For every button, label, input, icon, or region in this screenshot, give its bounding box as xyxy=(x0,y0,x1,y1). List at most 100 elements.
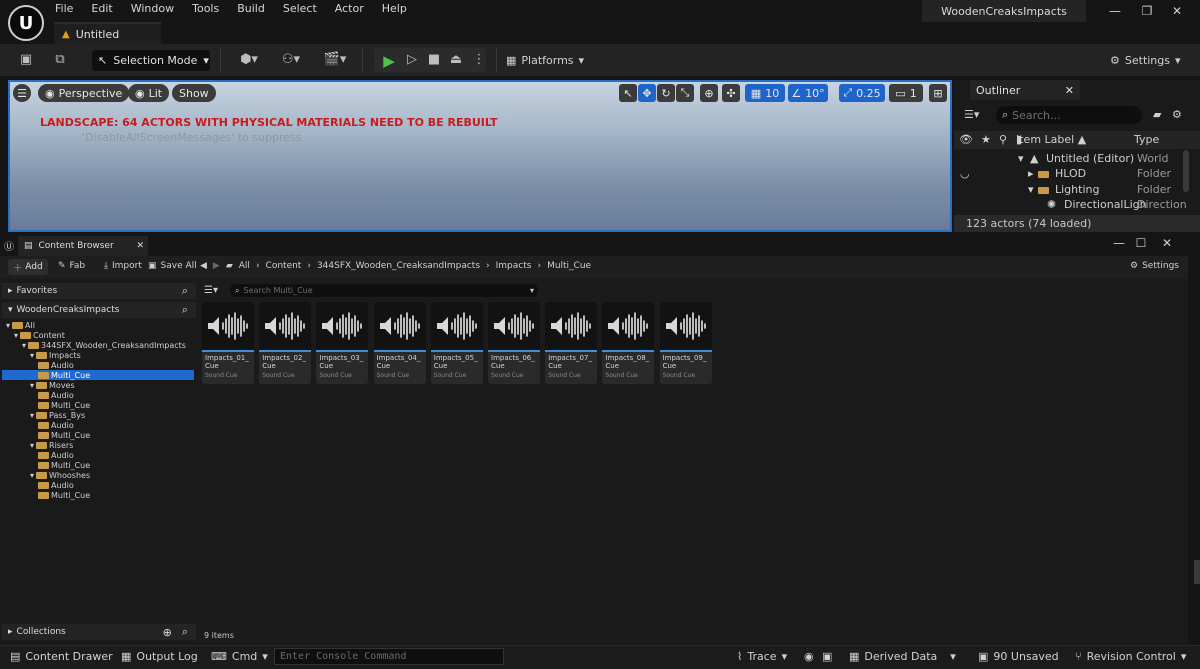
asset-tile[interactable]: Impacts_05_ Cue Sound Cue xyxy=(430,302,483,384)
breadcrumb-item[interactable]: Multi_Cue xyxy=(547,261,591,271)
level-viewport[interactable] xyxy=(8,80,952,232)
content-browser-tab[interactable]: ▤ Content Browser ✕ xyxy=(18,236,148,256)
filter-icon[interactable]: ☰▾ xyxy=(964,108,979,121)
console-input[interactable]: Enter Console Command xyxy=(274,648,504,665)
menu-build[interactable]: Build xyxy=(228,0,274,20)
search-icon[interactable]: ⌕ xyxy=(182,303,188,317)
tree-item[interactable]: ▾ Risers xyxy=(2,440,194,450)
trace-button[interactable]: ⌇ Trace ▾ xyxy=(737,650,787,663)
tree-item[interactable]: Multi_Cue xyxy=(2,490,194,500)
forward-icon[interactable]: ▶ xyxy=(213,261,220,271)
more-options-icon[interactable]: ⋮ xyxy=(470,52,488,68)
breadcrumb-item[interactable]: Impacts xyxy=(496,261,532,271)
tree-item[interactable]: ▾ 344SFX_Wooden_CreaksandImpacts xyxy=(2,340,194,350)
close-icon[interactable]: ✕ xyxy=(136,241,144,251)
show-button[interactable]: Show xyxy=(172,84,216,102)
lit-button[interactable]: ◉ Lit xyxy=(128,84,170,102)
blueprints-icon[interactable]: ⚇▾ xyxy=(277,52,305,68)
fab-button[interactable]: ✎ Fab xyxy=(58,261,85,271)
eject-icon[interactable]: ⏏ xyxy=(447,52,465,68)
viewport-menu-icon[interactable]: ☰ xyxy=(13,84,31,102)
asset-tile[interactable]: Impacts_03_ Cue Sound Cue xyxy=(316,302,369,384)
select-tool-icon[interactable]: ↖ xyxy=(619,84,637,102)
tree-item[interactable]: ▾ Impacts xyxy=(2,350,194,360)
menu-file[interactable]: File xyxy=(46,0,82,20)
record-icon[interactable]: ◉ xyxy=(804,650,814,663)
content-drawer-button[interactable]: ▤ Content Drawer xyxy=(10,650,113,663)
outliner-search-input[interactable]: ⌕ Search... xyxy=(996,106,1142,124)
asset-tile[interactable]: Impacts_01_ Cue Sound Cue xyxy=(202,302,254,384)
outliner-row[interactable]: ◡ ▸ HLOD Folder xyxy=(954,167,1184,182)
cinematics-icon[interactable]: 🎬▾ xyxy=(321,52,349,68)
perspective-button[interactable]: ◉ Perspective xyxy=(38,84,130,102)
close-icon[interactable]: ✕ xyxy=(1065,84,1074,97)
asset-tile[interactable]: Impacts_08_ Cue Sound Cue xyxy=(602,302,655,384)
right-scrollbar[interactable] xyxy=(1194,560,1200,584)
tree-item[interactable]: Audio xyxy=(2,390,194,400)
tree-item[interactable]: Audio xyxy=(2,480,194,490)
surface-snap-icon[interactable]: ✣ xyxy=(722,84,740,102)
settings-button[interactable]: ⚙ Settings ▾ xyxy=(1110,50,1181,70)
project-header[interactable]: ▾ WoodenCreaksImpacts ⌕ xyxy=(2,302,196,318)
save-all-button[interactable]: ▣ Save All xyxy=(148,261,197,271)
asset-tile[interactable]: Impacts_09_ Cue Sound Cue xyxy=(659,302,712,384)
menu-window[interactable]: Window xyxy=(122,0,183,20)
col-type[interactable]: Type xyxy=(1134,133,1159,146)
asset-tile[interactable]: Impacts_02_ Cue Sound Cue xyxy=(259,302,312,384)
add-folder-icon[interactable]: ▰ xyxy=(1153,108,1161,121)
scale-snap-button[interactable]: ⤢ 0.25 xyxy=(839,84,885,102)
close-icon[interactable]: ✕ xyxy=(1167,4,1187,20)
unreal-logo-icon[interactable]: U xyxy=(8,5,44,41)
menu-select[interactable]: Select xyxy=(274,0,326,20)
star-icon[interactable]: ★ xyxy=(981,133,991,146)
menu-edit[interactable]: Edit xyxy=(82,0,121,20)
tree-item[interactable]: Multi_Cue xyxy=(2,460,194,470)
filter-icon[interactable]: ☰▾ xyxy=(204,285,218,296)
import-button[interactable]: ⤓ Import xyxy=(104,261,142,271)
selection-mode-dropdown[interactable]: ↖ Selection Mode ▾ xyxy=(92,50,210,71)
maximize-icon[interactable]: ☐ xyxy=(1131,236,1151,252)
revision-control-button[interactable]: ⑂ Revision Control ▾ xyxy=(1075,650,1186,663)
scale-tool-icon[interactable]: ⤡ xyxy=(676,84,694,102)
visibility-icon[interactable]: 👁 xyxy=(959,133,973,146)
tree-item[interactable]: Audio xyxy=(2,450,194,460)
platforms-button[interactable]: ▦ Platforms ▾ xyxy=(506,50,584,70)
asset-tile[interactable]: Impacts_06_ Cue Sound Cue xyxy=(488,302,540,384)
tree-item[interactable]: ▾ Whooshes xyxy=(2,470,194,480)
outliner-row[interactable]: ▾ ▲ Untitled (Editor) World xyxy=(954,152,1184,167)
outliner-row[interactable]: ▾ Lighting Folder xyxy=(954,183,1184,198)
tree-item-selected[interactable]: Multi_Cue xyxy=(2,370,194,380)
search-icon[interactable]: ⌕ xyxy=(182,625,188,639)
add-actor-icon[interactable]: ⬢▾ xyxy=(235,52,263,68)
visibility-icon[interactable]: ◡ xyxy=(960,167,970,180)
collections-header[interactable]: ▸ Collections ⊕ ⌕ xyxy=(2,624,196,640)
tree-item[interactable]: ▾ Pass_Bys xyxy=(2,410,194,420)
minimize-icon[interactable]: — xyxy=(1109,236,1129,252)
unsaved-button[interactable]: ▣ 90 Unsaved xyxy=(978,650,1059,663)
asset-tile[interactable]: Impacts_04_ Cue Sound Cue xyxy=(373,302,426,384)
play-icon[interactable]: ▶ xyxy=(380,52,398,70)
breadcrumb-item[interactable]: 344SFX_Wooden_CreaksandImpacts xyxy=(317,261,480,271)
asset-tile[interactable]: Impacts_07_ Cue Sound Cue xyxy=(545,302,598,384)
close-icon[interactable]: ✕ xyxy=(1157,236,1177,252)
breadcrumb-item[interactable]: All xyxy=(239,261,250,271)
back-icon[interactable]: ◀ xyxy=(200,261,207,271)
tree-item[interactable]: Multi_Cue xyxy=(2,430,194,440)
favorites-header[interactable]: ▸ Favorites ⌕ xyxy=(2,283,196,299)
tree-item[interactable]: Audio xyxy=(2,420,194,430)
output-log-button[interactable]: ▦ Output Log xyxy=(121,650,198,663)
breadcrumb-item[interactable]: Content xyxy=(266,261,302,271)
screenshot-icon[interactable]: ▣ xyxy=(822,650,832,663)
source-control-icon[interactable]: ⧉ xyxy=(51,52,69,68)
maximize-icon[interactable]: ❐ xyxy=(1137,4,1157,20)
outliner-row[interactable]: ✺ DirectionalLigh Direction xyxy=(954,198,1187,213)
step-icon[interactable]: ▷ xyxy=(403,52,421,68)
maximize-viewport-icon[interactable]: ⊞ xyxy=(929,84,947,102)
menu-help[interactable]: Help xyxy=(373,0,416,20)
cb-settings-button[interactable]: ⚙ Settings xyxy=(1130,261,1179,271)
menu-actor[interactable]: Actor xyxy=(326,0,373,20)
tree-item[interactable]: ▾ Moves xyxy=(2,380,194,390)
level-tab[interactable]: ▲ Untitled xyxy=(54,22,161,44)
outliner-scrollbar[interactable] xyxy=(1183,150,1189,192)
camera-speed-button[interactable]: ▭ 1 xyxy=(889,84,923,102)
